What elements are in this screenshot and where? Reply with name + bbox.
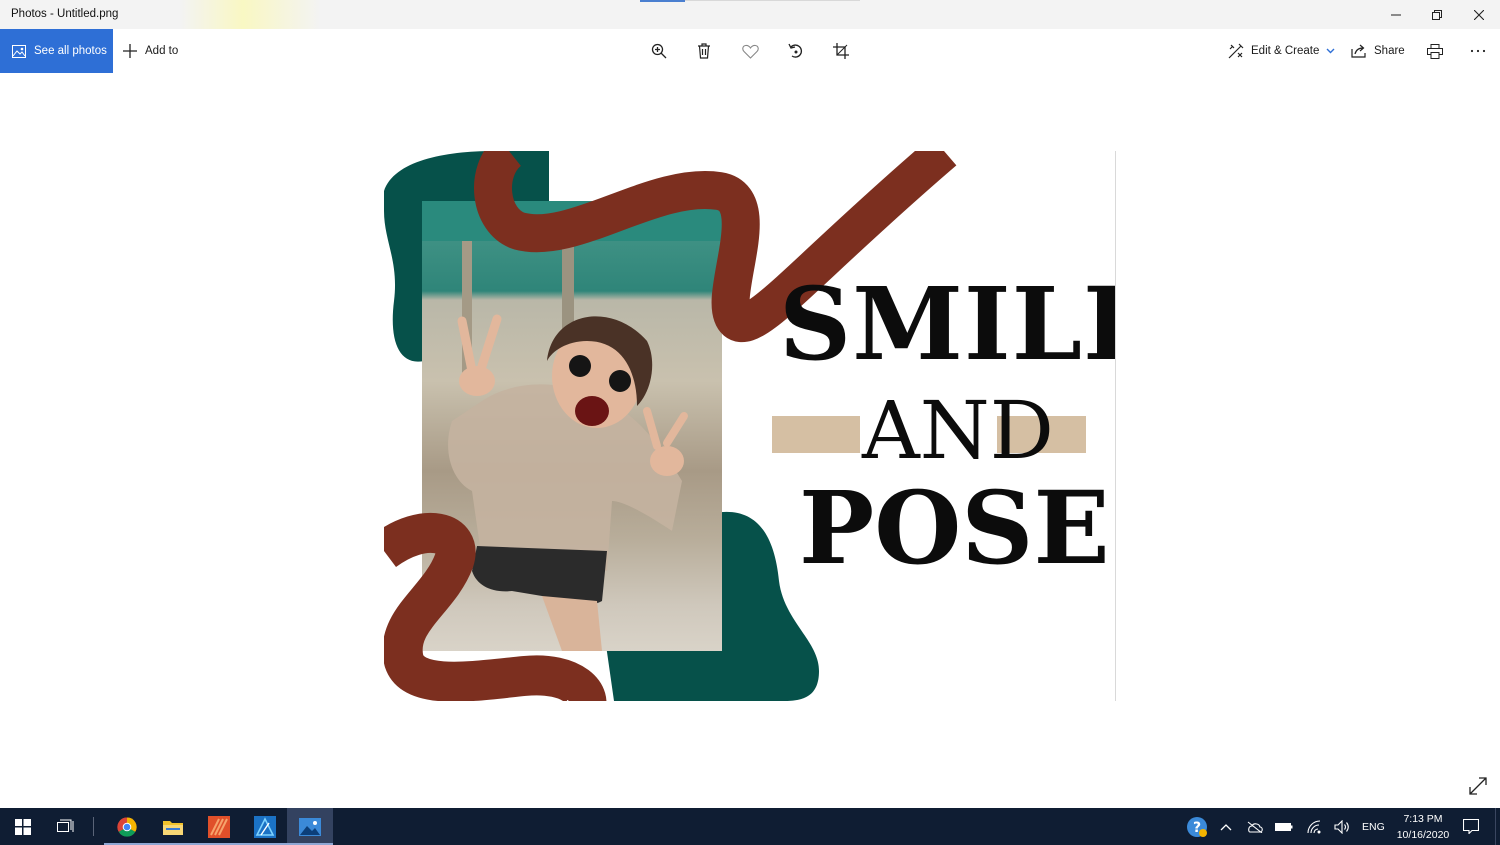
loading-indicator	[640, 0, 860, 2]
cloud-offline-icon	[1247, 821, 1263, 833]
add-to-label: Add to	[145, 45, 179, 57]
taskbar-app-file-explorer[interactable]	[150, 808, 196, 845]
taskbar: ? ENG 7:13 PM 10/16/2020	[0, 808, 1500, 845]
more-ellipsis-icon	[1470, 49, 1486, 53]
delete-icon	[698, 43, 710, 59]
see-all-photos-label: See all photos	[34, 45, 107, 57]
minimize-button[interactable]	[1373, 0, 1419, 29]
favorite-heart-icon	[741, 44, 759, 59]
share-button[interactable]: Share	[1351, 29, 1405, 73]
image-right-edge	[1115, 151, 1116, 701]
restore-button[interactable]	[1414, 0, 1460, 29]
clock-time: 7:13 PM	[1403, 813, 1443, 825]
windows-logo-icon	[15, 818, 31, 835]
volume-tray-icon[interactable]	[1331, 808, 1353, 845]
add-to-button[interactable]: Add to	[122, 29, 178, 73]
chrome-icon	[117, 816, 137, 837]
headline-and: AND	[862, 384, 1054, 477]
headline-smile: SMILE	[779, 265, 1116, 383]
action-center-button[interactable]	[1459, 808, 1483, 845]
office-app-icon	[208, 815, 230, 838]
edit-create-button[interactable]: Edit & Create	[1228, 29, 1335, 73]
rotate-button[interactable]	[785, 40, 807, 62]
expand-icon	[1469, 777, 1487, 795]
photos-app-icon	[299, 817, 321, 836]
crop-button[interactable]	[830, 40, 852, 62]
brown-squiggle-bottom	[384, 512, 607, 701]
folder-icon	[163, 820, 183, 835]
window-title: Photos - Untitled.png	[11, 8, 119, 20]
start-button[interactable]	[0, 808, 46, 845]
wifi-icon	[1307, 819, 1321, 833]
more-button[interactable]	[1467, 40, 1489, 62]
speaker-icon	[1334, 819, 1349, 834]
edit-create-label: Edit & Create	[1251, 45, 1320, 57]
battery-tray-icon[interactable]	[1273, 808, 1295, 845]
see-all-photos-button[interactable]: See all photos	[0, 29, 113, 73]
chevron-down-icon	[1326, 48, 1335, 54]
taskbar-divider	[93, 817, 94, 836]
battery-icon	[1275, 822, 1293, 831]
help-tray-icon[interactable]: ?	[1185, 808, 1209, 845]
plus-icon	[123, 44, 137, 58]
close-button[interactable]	[1456, 0, 1500, 29]
image-viewer-canvas[interactable]: SMILE AND POSE	[384, 151, 1116, 701]
zoom-in-icon	[651, 43, 667, 59]
zoom-button[interactable]	[648, 40, 670, 62]
taskbar-app-office[interactable]	[196, 808, 242, 845]
crop-icon	[833, 43, 849, 59]
share-icon	[1351, 44, 1366, 58]
taskbar-app-affinity-designer[interactable]	[242, 808, 288, 845]
favorite-button[interactable]	[739, 40, 761, 62]
notifications-icon	[1463, 819, 1479, 834]
network-tray-icon[interactable]	[1303, 808, 1325, 845]
show-hidden-icons-button[interactable]	[1216, 808, 1236, 845]
taskbar-clock[interactable]: 7:13 PM 10/16/2020	[1393, 811, 1453, 843]
help-icon: ?	[1187, 816, 1207, 837]
minimize-icon	[1391, 14, 1401, 15]
headline-pose: POSE	[799, 469, 1110, 587]
show-desktop-button[interactable]	[1495, 808, 1500, 845]
task-view-button[interactable]	[43, 808, 89, 845]
delete-button[interactable]	[693, 40, 715, 62]
taskbar-app-photos[interactable]	[287, 808, 333, 845]
affinity-designer-icon	[254, 815, 276, 838]
restore-icon	[1432, 9, 1442, 20]
printer-icon	[1427, 43, 1443, 59]
edit-create-icon	[1228, 43, 1244, 59]
clock-date: 10/16/2020	[1396, 829, 1450, 841]
chevron-up-icon	[1220, 823, 1232, 830]
title-bar-highlight	[180, 0, 320, 29]
share-label: Share	[1374, 45, 1405, 57]
rotate-icon	[788, 43, 803, 58]
tan-bar-left	[772, 416, 860, 453]
close-icon	[1474, 9, 1484, 20]
toolbar: See all photos Add to Edit & Create Shar…	[0, 29, 1500, 73]
print-button[interactable]	[1424, 40, 1446, 62]
fullscreen-button[interactable]	[1468, 776, 1490, 798]
photo-icon	[12, 44, 26, 58]
task-view-icon	[57, 819, 74, 832]
taskbar-app-chrome[interactable]	[104, 808, 150, 845]
onedrive-tray-icon[interactable]	[1244, 808, 1266, 845]
title-bar: Photos - Untitled.png	[0, 0, 1500, 29]
input-language-indicator[interactable]: ENG	[1362, 808, 1385, 845]
